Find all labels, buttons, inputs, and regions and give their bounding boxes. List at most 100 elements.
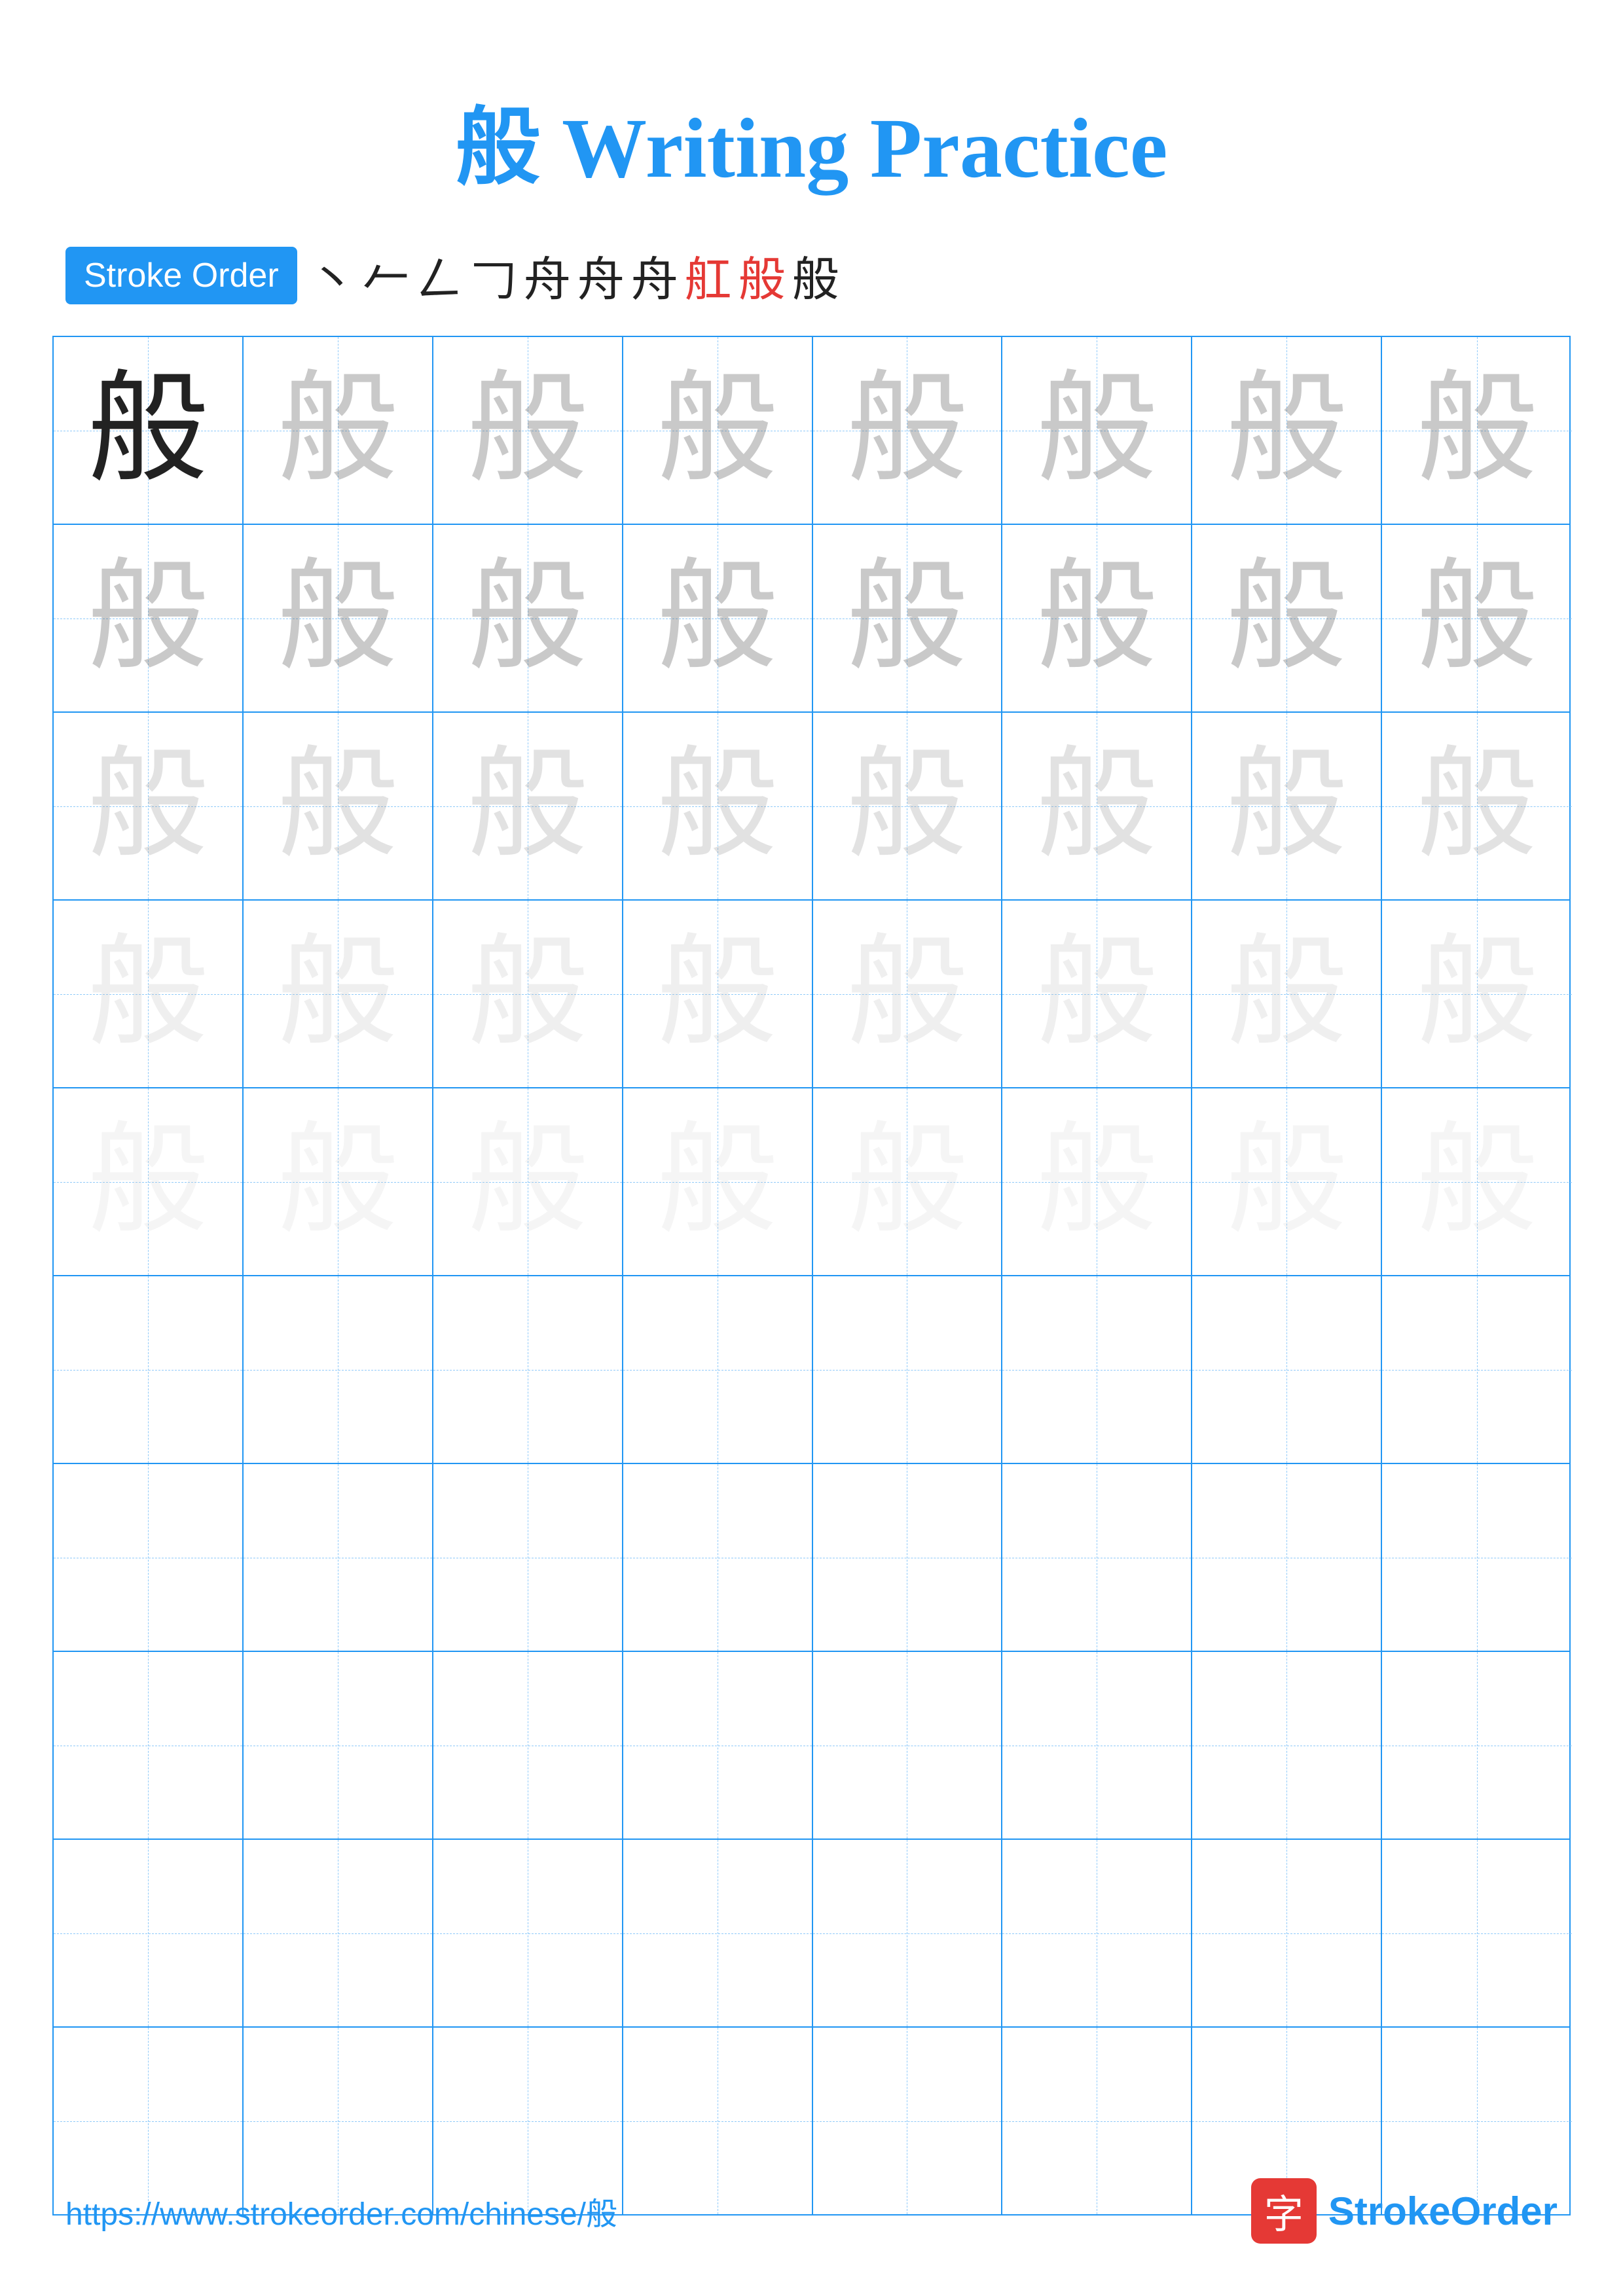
char-guide: 般 — [467, 933, 588, 1054]
grid-cell-4-1[interactable]: 般 — [54, 901, 244, 1087]
grid-cell-2-1[interactable]: 般 — [54, 525, 244, 711]
grid-cell-6-3[interactable] — [433, 1276, 623, 1463]
grid-cell-9-6[interactable] — [1002, 1840, 1192, 2026]
grid-cell-2-4[interactable]: 般 — [623, 525, 813, 711]
writing-grid: 般 般 般 般 般 般 般 般 般 般 般 — [52, 336, 1571, 2215]
char-guide: 般 — [467, 1121, 588, 1242]
grid-row-4: 般 般 般 般 般 般 般 般 — [54, 901, 1569, 1088]
grid-cell-1-4[interactable]: 般 — [623, 337, 813, 524]
grid-cell-5-1[interactable]: 般 — [54, 1088, 244, 1275]
grid-cell-3-2[interactable]: 般 — [244, 713, 433, 899]
grid-cell-1-6[interactable]: 般 — [1002, 337, 1192, 524]
char-guide: 般 — [1036, 370, 1158, 491]
grid-cell-5-3[interactable]: 般 — [433, 1088, 623, 1275]
grid-cell-4-2[interactable]: 般 — [244, 901, 433, 1087]
stroke-order-row: Stroke Order 丶 𠂉 𠃋 𠃌 舟 舟 舟 舡 般 般 — [0, 241, 1623, 310]
grid-cell-6-2[interactable] — [244, 1276, 433, 1463]
grid-cell-8-8[interactable] — [1382, 1652, 1572, 1839]
grid-cell-5-6[interactable]: 般 — [1002, 1088, 1192, 1275]
grid-cell-1-7[interactable]: 般 — [1192, 337, 1382, 524]
grid-cell-8-4[interactable] — [623, 1652, 813, 1839]
grid-row-3: 般 般 般 般 般 般 般 般 — [54, 713, 1569, 901]
grid-cell-9-7[interactable] — [1192, 1840, 1382, 2026]
grid-cell-8-6[interactable] — [1002, 1652, 1192, 1839]
grid-cell-7-7[interactable] — [1192, 1464, 1382, 1651]
char-guide: 般 — [467, 745, 588, 867]
grid-cell-5-7[interactable]: 般 — [1192, 1088, 1382, 1275]
grid-cell-8-1[interactable] — [54, 1652, 244, 1839]
grid-cell-9-2[interactable] — [244, 1840, 433, 2026]
grid-cell-3-5[interactable]: 般 — [813, 713, 1003, 899]
grid-cell-5-2[interactable]: 般 — [244, 1088, 433, 1275]
grid-cell-7-1[interactable] — [54, 1464, 244, 1651]
grid-cell-7-3[interactable] — [433, 1464, 623, 1651]
char-guide: 般 — [1036, 1121, 1158, 1242]
grid-cell-1-2[interactable]: 般 — [244, 337, 433, 524]
grid-cell-3-1[interactable]: 般 — [54, 713, 244, 899]
grid-cell-6-5[interactable] — [813, 1276, 1003, 1463]
grid-cell-1-5[interactable]: 般 — [813, 337, 1003, 524]
char-guide: 般 — [1417, 558, 1538, 679]
grid-cell-8-3[interactable] — [433, 1652, 623, 1839]
grid-cell-7-8[interactable] — [1382, 1464, 1572, 1651]
grid-cell-9-4[interactable] — [623, 1840, 813, 2026]
char-guide: 般 — [467, 558, 588, 679]
grid-cell-1-1[interactable]: 般 — [54, 337, 244, 524]
grid-cell-3-3[interactable]: 般 — [433, 713, 623, 899]
grid-cell-5-8[interactable]: 般 — [1382, 1088, 1572, 1275]
grid-cell-6-8[interactable] — [1382, 1276, 1572, 1463]
grid-cell-8-7[interactable] — [1192, 1652, 1382, 1839]
grid-cell-2-2[interactable]: 般 — [244, 525, 433, 711]
footer-logo: 字 StrokeOrder — [1251, 2178, 1558, 2244]
grid-cell-3-8[interactable]: 般 — [1382, 713, 1572, 899]
stroke-2: 𠂉 — [363, 241, 410, 310]
grid-cell-3-4[interactable]: 般 — [623, 713, 813, 899]
stroke-4: 𠃌 — [470, 241, 517, 310]
grid-cell-9-5[interactable] — [813, 1840, 1003, 2026]
char-guide: 般 — [277, 558, 398, 679]
grid-cell-3-6[interactable]: 般 — [1002, 713, 1192, 899]
grid-cell-2-3[interactable]: 般 — [433, 525, 623, 711]
grid-cell-4-6[interactable]: 般 — [1002, 901, 1192, 1087]
grid-cell-4-4[interactable]: 般 — [623, 901, 813, 1087]
char-guide: 般 — [657, 370, 778, 491]
grid-cell-2-5[interactable]: 般 — [813, 525, 1003, 711]
grid-cell-3-7[interactable]: 般 — [1192, 713, 1382, 899]
char-guide: 般 — [1417, 1121, 1538, 1242]
grid-cell-4-3[interactable]: 般 — [433, 901, 623, 1087]
grid-row-7 — [54, 1464, 1569, 1652]
grid-cell-8-2[interactable] — [244, 1652, 433, 1839]
grid-cell-9-8[interactable] — [1382, 1840, 1572, 2026]
grid-cell-4-7[interactable]: 般 — [1192, 901, 1382, 1087]
grid-cell-6-1[interactable] — [54, 1276, 244, 1463]
grid-cell-9-3[interactable] — [433, 1840, 623, 2026]
grid-cell-9-1[interactable] — [54, 1840, 244, 2026]
grid-cell-7-2[interactable] — [244, 1464, 433, 1651]
char-guide: 般 — [657, 745, 778, 867]
grid-cell-7-5[interactable] — [813, 1464, 1003, 1651]
grid-cell-2-6[interactable]: 般 — [1002, 525, 1192, 711]
grid-cell-1-3[interactable]: 般 — [433, 337, 623, 524]
char-guide: 般 — [1226, 558, 1347, 679]
char-guide: 般 — [1036, 933, 1158, 1054]
grid-cell-5-5[interactable]: 般 — [813, 1088, 1003, 1275]
grid-cell-7-6[interactable] — [1002, 1464, 1192, 1651]
stroke-5: 舟 — [524, 241, 571, 310]
char-guide: 般 — [657, 558, 778, 679]
grid-cell-5-4[interactable]: 般 — [623, 1088, 813, 1275]
grid-row-6 — [54, 1276, 1569, 1464]
grid-cell-6-6[interactable] — [1002, 1276, 1192, 1463]
grid-cell-4-8[interactable]: 般 — [1382, 901, 1572, 1087]
grid-cell-6-4[interactable] — [623, 1276, 813, 1463]
grid-cell-4-5[interactable]: 般 — [813, 901, 1003, 1087]
grid-row-1: 般 般 般 般 般 般 般 般 — [54, 337, 1569, 525]
grid-cell-6-7[interactable] — [1192, 1276, 1382, 1463]
grid-cell-8-5[interactable] — [813, 1652, 1003, 1839]
footer-url[interactable]: https://www.strokeorder.com/chinese/般 — [65, 2188, 617, 2234]
grid-cell-7-4[interactable] — [623, 1464, 813, 1651]
char-guide: 般 — [277, 1121, 398, 1242]
grid-cell-2-7[interactable]: 般 — [1192, 525, 1382, 711]
char-guide: 般 — [1036, 558, 1158, 679]
grid-cell-2-8[interactable]: 般 — [1382, 525, 1572, 711]
grid-cell-1-8[interactable]: 般 — [1382, 337, 1572, 524]
